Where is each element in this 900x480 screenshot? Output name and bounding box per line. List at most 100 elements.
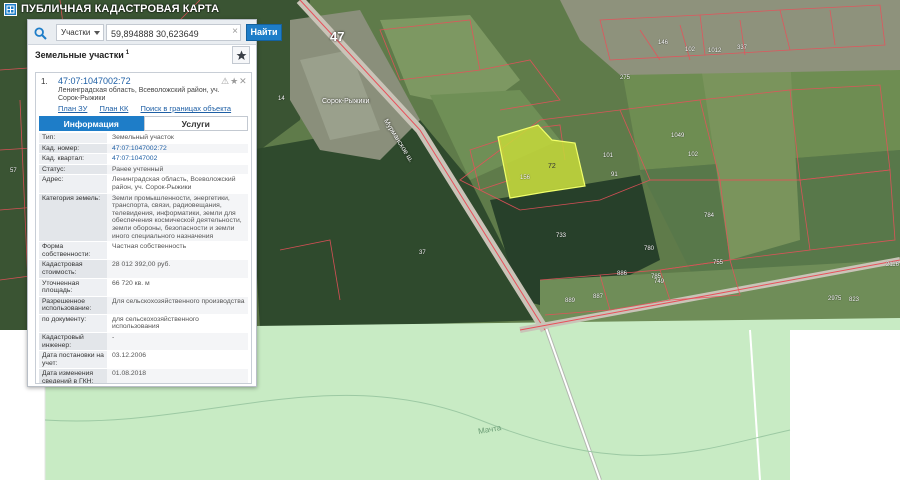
layer-count: 1 [125,50,130,56]
result-tabs: Информация Услуги [39,116,248,131]
parcel-number-label: 755 [713,260,724,266]
attribute-row: Статус: Ранее учтенный [39,164,248,176]
parcel-number-label: 156 [520,175,531,181]
attribute-row: по документу: для сельскохозяйственного и… [39,314,248,334]
attribute-row: Дата изменения сведений в ГКН: 01.08.2018 [39,369,248,383]
road-number-label: 47 [330,29,345,44]
search-icon[interactable] [31,24,49,42]
attribute-row: Кад. номер: 47:07:1047002:72 [39,143,248,155]
parcel-number-label: 733 [556,233,567,239]
attribute-value[interactable]: 47:07:1047002 [107,154,248,164]
attribute-label: по документу: [39,314,107,333]
chevron-down-icon [94,31,100,35]
attribute-label: Форма собственности: [39,242,107,260]
search-type-value: Участки [61,28,91,37]
warning-icon[interactable]: ⚠ [221,76,230,86]
link-plan-zu[interactable]: План ЗУ [58,104,87,113]
attribute-value: Частная собственность [107,242,248,260]
parcel-number-label: 2975 [828,296,842,302]
result-cad-number[interactable]: 47:07:1047002:72 [58,76,131,86]
attribute-row: Кад. квартал: 47:07:1047002 [39,154,248,165]
parcel-number-label: 57 [10,168,17,174]
parcel-number-label: 887 [593,294,604,300]
settlement-label: Сорок-Рыжики [322,98,370,105]
layer-title: Земельные участки 1 [35,50,129,60]
attribute-label: Кадастровый инженер: [39,333,107,351]
link-plan-kk[interactable]: План КК [99,104,128,113]
app-logo-icon [4,2,17,16]
attribute-label: Дата постановки на учет: [39,351,107,369]
attribute-value: для сельскохозяйственного использования [107,314,248,333]
attribute-row: Категория земель: Земли промышленности, э… [39,193,248,243]
parcel-number-label: 102 [685,47,696,53]
app-title: ПУБЛИЧНАЯ КАДАСТРОВАЯ КАРТА [21,3,220,15]
attribute-table: Тип: Земельный участок Кад. номер: 47:07:10… [39,133,248,383]
parcel-number-label: 91 [611,172,618,178]
parcel-number-label: 1049 [671,133,685,139]
parcel-number-label: 37 [419,250,426,256]
selected-parcel-label: 72 [548,163,556,170]
result-address: Ленинградская область, Всеволожский райо… [58,87,220,102]
attribute-label: Кадастровая стоимость: [39,260,107,278]
attribute-label: Категория земель: [39,193,107,242]
attribute-value: - [107,333,248,351]
result-card: 1. 47:07:1047002:72 ⚠★✕ Ленинградская об… [35,72,252,384]
attribute-value[interactable]: 47:07:1047002:72 [107,143,248,154]
attribute-value: 01.08.2018 [107,369,248,383]
attribute-row: Разрешенное использование: Для сельскохоз… [39,296,248,315]
attribute-value: 66 720 кв. м [107,278,248,296]
close-icon[interactable]: ✕ [239,76,248,86]
attribute-label: Тип: [39,133,107,143]
attribute-row: Кадастровая стоимость: 28 012 392,00 руб. [39,260,248,279]
attribute-value: Земли промышленности, энергетики, трансп… [107,193,248,242]
attribute-label: Статус: [39,164,107,175]
link-search-bounds[interactable]: Поиск в границах объекта [140,104,231,113]
attribute-value: 03.12.2006 [107,351,248,369]
app-header: ПУБЛИЧНАЯ КАДАСТРОВАЯ КАРТА [0,0,219,18]
attribute-row: Кадастровый инженер: - [39,333,248,352]
parcel-number-label: 784 [704,213,715,219]
result-tools: ⚠★✕ [221,76,248,87]
attribute-label: Кад. квартал: [39,154,107,164]
clear-search-icon[interactable]: × [230,25,240,39]
parcel-number-label: 2116 [886,262,899,268]
attribute-row: Форма собственности: Частная собственност… [39,242,248,261]
parcel-number-label: 146 [658,40,669,46]
result-index: 1. [41,77,48,86]
parcel-number-label: 102 [688,152,699,158]
attribute-value: Ленинградская область, Всеволожский райо… [107,175,248,193]
parcel-number-label: 1012 [708,48,722,54]
star-icon [236,50,246,60]
parcel-number-label: 823 [849,297,860,303]
tab-info[interactable]: Информация [39,116,144,131]
find-button[interactable]: Найти [246,24,282,41]
attribute-value: Для сельскохозяйственного производства [107,296,248,314]
parcel-number-label: 886 [617,271,628,277]
attribute-label: Кад. номер: [39,143,107,154]
attribute-value: 28 012 392,00 руб. [107,260,248,278]
tab-services[interactable]: Услуги [143,116,248,131]
parcel-number-label: 749 [654,279,665,285]
search-bar: Участки × Найти [28,20,282,45]
attribute-label: Адрес: [39,175,107,193]
result-links: План ЗУ План КК Поиск в границах объекта [58,104,241,113]
parcel-number-label: 101 [603,153,614,159]
attribute-label: Дата изменения сведений в ГКН: [39,369,107,383]
favorite-button[interactable] [232,46,250,64]
parcel-number-label: 275 [620,75,631,81]
star-outline-icon[interactable]: ★ [230,76,239,86]
parcel-number-label: 337 [737,45,748,51]
attribute-value: Земельный участок [107,133,248,143]
info-panel: Участки × Найти Земельные участки1 1. 47… [27,19,282,387]
attribute-row: Тип: Земельный участок [39,133,248,144]
attribute-value: Ранее учтенный [107,164,248,175]
attribute-row: Дата постановки на учет: 03.12.2006 [39,351,248,370]
search-input[interactable] [106,24,241,41]
search-type-select[interactable]: Участки [56,24,104,41]
attribute-row: Уточненная площадь: 66 720 кв. м [39,278,248,297]
layer-title-text: Земельные участки [35,50,124,60]
parcel-number-label: 780 [644,246,655,252]
attribute-label: Разрешенное использование: [39,296,107,314]
parcel-number-label: 14 [278,96,285,102]
attribute-row: Адрес: Ленинградская область, Всеволожски… [39,175,248,194]
